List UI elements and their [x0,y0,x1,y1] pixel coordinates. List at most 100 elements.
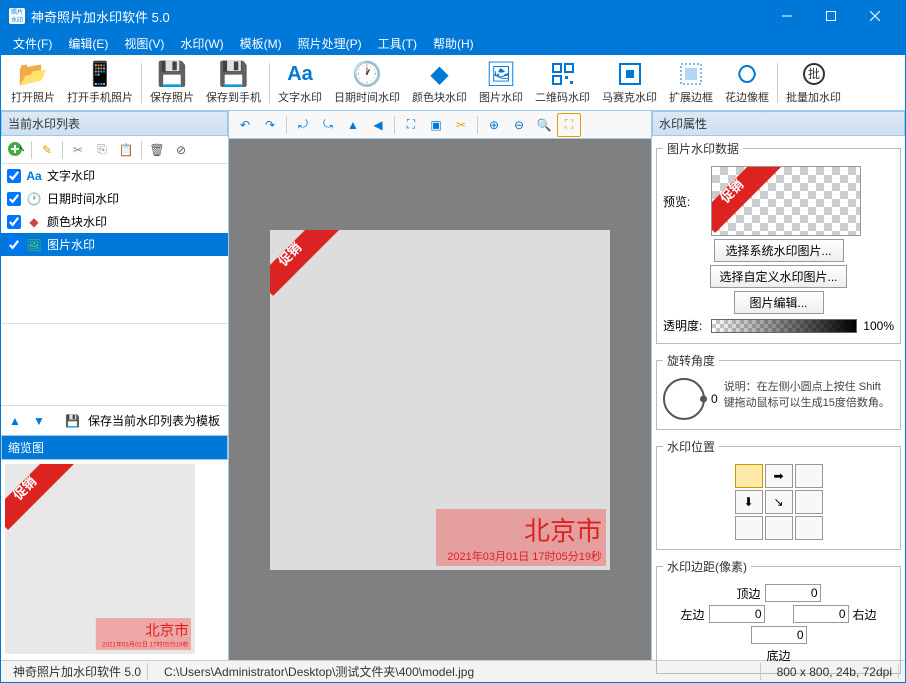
text-watermark-button[interactable]: Aa文字水印 [272,58,328,107]
thumbnail-image[interactable]: 促销 北京市 2021年03月01日 17时05分19秒 [5,464,195,654]
crop3-button[interactable]: ✂ [449,113,473,137]
toolbar-separator [269,63,270,103]
batch-watermark-button[interactable]: 批批量加水印 [780,58,847,107]
menu-view[interactable]: 视图(V) [116,32,172,55]
watermark-item-date[interactable]: 🕐日期时间水印 [1,187,228,210]
delete-button[interactable]: 🗑 [146,139,168,161]
watermark-list-toolbar: ✎ ✂ ⎘ 📋 🗑 ⊘ [1,136,228,164]
pos-top-right[interactable] [795,464,823,488]
move-up-button[interactable]: ▲ [5,411,25,431]
border-icon [675,60,707,88]
menu-file[interactable]: 文件(F) [5,32,60,55]
watermark-checkbox[interactable] [7,169,21,183]
pos-mid-left[interactable]: ⬇ [735,490,763,514]
phone-icon: 📱 [84,60,116,88]
close-button[interactable] [853,1,897,31]
flip-v-button[interactable]: ◀ [366,113,390,137]
open-phone-button[interactable]: 📱打开手机照片 [61,58,139,107]
watermark-item-label: 颜色块水印 [47,213,107,230]
text-overlay[interactable]: 北京市 2021年03月01日 17时05分19秒 [436,509,606,566]
add-watermark-button[interactable] [5,139,27,161]
pos-bot-right[interactable] [795,516,823,540]
save-template-button[interactable]: 保存当前水印列表为模板 [84,410,224,431]
open-photo-button[interactable]: 📂打开照片 [5,58,61,107]
select-system-image-button[interactable]: 选择系统水印图片... [714,239,844,262]
menu-template[interactable]: 模板(M) [232,32,290,55]
flip-h-button[interactable]: ▲ [341,113,365,137]
edit-image-button[interactable]: 图片编辑... [734,291,824,314]
opacity-slider[interactable] [711,319,857,333]
zoom-in-button[interactable]: ⊕ [482,113,506,137]
border-watermark-button[interactable]: 扩展边框 [663,58,719,107]
paste-button[interactable]: 📋 [115,139,137,161]
pos-bot-center[interactable] [765,516,793,540]
promo-ribbon[interactable]: 促销 [270,230,340,300]
image-stamp-icon: 🖼 [485,60,517,88]
undo-button[interactable]: ↶ [233,113,257,137]
margin-left-input[interactable] [709,605,765,623]
section-title: 旋转角度 [663,352,719,369]
crop1-button[interactable]: ⛶ [399,113,423,137]
left-panel: 当前水印列表 ✎ ✂ ⎘ 📋 🗑 ⊘ Aa文字水印 🕐日期时间水印 ◆颜色块水印… [1,111,229,660]
save-photo-button[interactable]: 💾保存照片 [144,58,200,107]
date-watermark-button[interactable]: 🕐日期时间水印 [328,58,406,107]
pos-mid-center[interactable]: ↘ [765,490,793,514]
zoom-out-button[interactable]: ⊖ [507,113,531,137]
select-custom-image-button[interactable]: 选择自定义水印图片... [710,265,846,288]
qr-watermark-button[interactable]: 二维码水印 [529,58,596,107]
pos-mid-right[interactable] [795,490,823,514]
save-icon: 💾 [156,60,188,88]
rotation-dial[interactable] [663,378,705,420]
window-title: 神奇照片加水印软件 5.0 [31,7,765,26]
margin-top-input[interactable] [765,584,821,602]
copy-button[interactable]: ⎘ [91,139,113,161]
pos-bot-left[interactable] [735,516,763,540]
edit-watermark-button[interactable]: ✎ [36,139,58,161]
lace-watermark-button[interactable]: 花边像框 [719,58,775,107]
right-panel: 水印属性 图片水印数据 预览: 促销 选择系统水印图片... 选择自定义水印图片… [651,111,905,660]
image-watermark-button[interactable]: 🖼图片水印 [473,58,529,107]
save-phone-button[interactable]: 💾保存到手机 [200,58,267,107]
watermark-preview: 促销 [711,166,861,236]
watermark-item-color[interactable]: ◆颜色块水印 [1,210,228,233]
menu-watermark[interactable]: 水印(W) [172,32,231,55]
watermark-item-label: 文字水印 [47,167,95,184]
color-watermark-button[interactable]: ◆颜色块水印 [406,58,473,107]
pos-top-center[interactable]: ➡ [765,464,793,488]
zoom-fit-button[interactable]: ⛶ [557,113,581,137]
text-icon: Aa [284,60,316,88]
margin-top-label: 顶边 [736,585,760,602]
crop2-button[interactable]: ▣ [424,113,448,137]
save-template-icon: 💾 [65,414,80,428]
menu-help[interactable]: 帮助(H) [425,32,482,55]
mosaic-watermark-button[interactable]: 马赛克水印 [596,58,663,107]
margin-right-input[interactable] [793,605,849,623]
svg-text:批: 批 [807,66,819,81]
minimize-button[interactable] [765,1,809,31]
watermark-checkbox[interactable] [7,192,21,206]
rotate-left-button[interactable]: ⤾ [291,113,315,137]
maximize-button[interactable] [809,1,853,31]
zoom-100-button[interactable]: 🔍 [532,113,556,137]
cut-button[interactable]: ✂ [67,139,89,161]
watermark-item-text[interactable]: Aa文字水印 [1,164,228,187]
canvas-image[interactable]: 促销 北京市 2021年03月01日 17时05分19秒 [270,230,610,570]
margin-bottom-input[interactable] [751,626,807,644]
rotate-right-button[interactable]: ⤿ [316,113,340,137]
watermark-list: Aa文字水印 🕐日期时间水印 ◆颜色块水印 🖼图片水印 [1,164,228,324]
status-app: 神奇照片加水印软件 5.0 [7,663,148,680]
titlebar: 照片水印 神奇照片加水印软件 5.0 [1,1,905,31]
menu-process[interactable]: 照片处理(P) [290,32,370,55]
menu-tools[interactable]: 工具(T) [370,32,425,55]
redo-button[interactable]: ↷ [258,113,282,137]
watermark-checkbox[interactable] [7,215,21,229]
canvas-area[interactable]: 促销 北京市 2021年03月01日 17时05分19秒 [229,139,651,660]
watermark-item-image[interactable]: 🖼图片水印 [1,233,228,256]
clear-button[interactable]: ⊘ [170,139,192,161]
move-down-button[interactable]: ▼ [29,411,49,431]
watermark-checkbox[interactable] [7,238,21,252]
pos-top-left[interactable] [735,464,763,488]
thumb-overlay: 北京市 2021年03月01日 17时05分19秒 [96,618,191,650]
menu-edit[interactable]: 编辑(E) [60,32,116,55]
canvas-toolbar: ↶ ↷ ⤾ ⤿ ▲ ◀ ⛶ ▣ ✂ ⊕ ⊖ 🔍 ⛶ [229,111,651,139]
